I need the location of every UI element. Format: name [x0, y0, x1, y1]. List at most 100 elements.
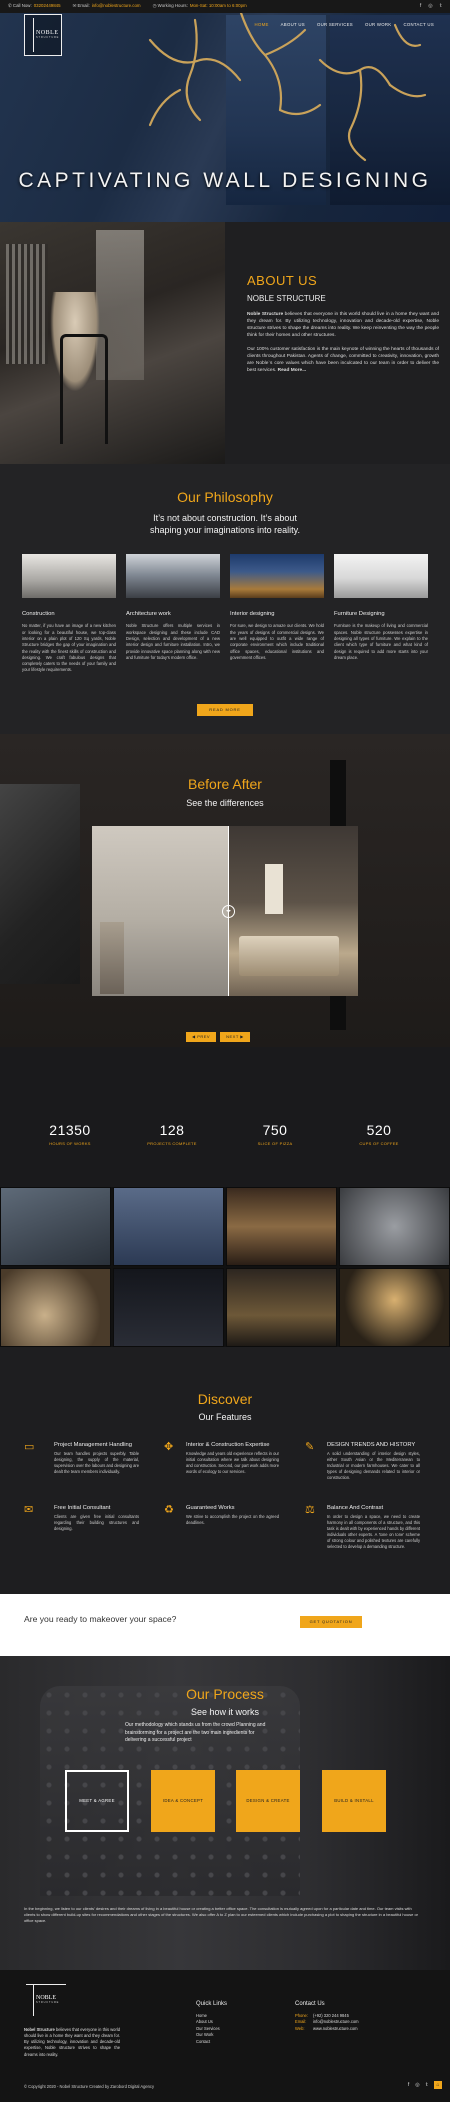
feature-title: Interior & Construction Expertise: [186, 1442, 270, 1448]
nav-our-work[interactable]: OUR WORK: [365, 22, 392, 28]
back-to-top-icon[interactable]: ⌂: [434, 2081, 442, 2089]
footer-description: Nobel Structure believes that everyone i…: [24, 2027, 120, 2058]
after-image: [229, 826, 358, 996]
instagram-icon[interactable]: ◎: [415, 2082, 419, 2089]
card-image: [126, 554, 220, 598]
card-architecture: Architecture work Noble Structure offers…: [126, 554, 220, 674]
call-label: Call Now:: [12, 3, 32, 9]
discover-subtitle: Our Features: [198, 1412, 252, 1423]
site-footer: NOBLE STRUCTURE Nobel Structure believes…: [0, 1970, 450, 2102]
site-logo[interactable]: NOBLE STRUCTURE: [24, 14, 62, 56]
stat-label: CUPS OF COFFEE: [359, 1141, 399, 1147]
prev-button[interactable]: ◀ PREV: [186, 1032, 217, 1042]
stat-label: SLICE OF PIZZA: [257, 1141, 293, 1147]
stat-pizza: 750 SLICE OF PIZZA: [230, 1120, 320, 1147]
scale-icon: ⚖: [305, 1504, 315, 1516]
feature-text: Our team handles projects superbly. Tabl…: [54, 1451, 139, 1475]
hero-title: CAPTIVATING WALL DESIGNING: [18, 169, 432, 192]
nav-home[interactable]: HOME: [255, 22, 269, 28]
stat-coffee: 520 CUPS OF COFFEE: [334, 1120, 424, 1147]
philosophy-title: Our Philosophy: [177, 489, 273, 505]
card-text: Furniture is the makeup of living and co…: [334, 623, 428, 660]
call-value[interactable]: 03202449845: [34, 3, 61, 9]
nav-about-us[interactable]: ABOUT US: [281, 22, 305, 28]
contact-web: Web: www.noblestructure.com: [295, 2026, 359, 2033]
feature-balance-contrast: ⚖ Balance And Contrast In order to desig…: [305, 1504, 420, 1550]
stat-label: PROJECTS COMPLETE: [147, 1141, 197, 1147]
before-after-section: Before After See the differences ◂▸ ◀ PR…: [0, 734, 450, 1047]
web-value[interactable]: www.noblestructure.com: [313, 2026, 358, 2031]
feature-title: Balance And Contrast: [327, 1505, 384, 1511]
about-para1: Noble Structure believes that everyone i…: [247, 312, 439, 340]
nav-contact-us[interactable]: CONTACT US: [403, 22, 434, 28]
feature-design-trends: ✎ DESIGN TRENDS AND HISTORY A solid unde…: [305, 1441, 420, 1481]
philosophy-subtitle: It’s not about construction. It’s about …: [150, 513, 300, 535]
step-build-install[interactable]: BUILD & INSTALL: [322, 1770, 386, 1832]
footer-social-links: f ◎ 𝕥: [408, 2082, 428, 2089]
card-title: Architecture work: [126, 611, 171, 617]
gallery-image[interactable]: [113, 1187, 224, 1266]
gallery-image[interactable]: [113, 1268, 224, 1347]
step-meet-agree[interactable]: MEET & AGREE: [65, 1770, 129, 1832]
gallery-image[interactable]: [339, 1268, 450, 1347]
feature-title: Guaranteed Works: [186, 1505, 235, 1511]
about-brand: Noble Structure: [247, 312, 284, 318]
read-more-button[interactable]: READ MORE: [197, 704, 253, 716]
about-para2-text: Our 100% customer satisfaction is the ma…: [247, 347, 439, 374]
twitter-icon[interactable]: 𝕥: [426, 2082, 428, 2089]
card-title: Furniture Designing: [334, 611, 385, 617]
gallery-image[interactable]: [226, 1187, 337, 1266]
main-nav: HOME ABOUT US OUR SERVICES OUR WORK CONT…: [255, 22, 434, 28]
read-more-link[interactable]: Read More...: [278, 368, 307, 373]
step-design-create[interactable]: DESIGN & CREATE: [236, 1770, 300, 1832]
discover-title: Discover: [197, 1391, 253, 1407]
before-after-slider[interactable]: ◂▸: [92, 826, 358, 996]
card-furniture: Furniture Designing Furniture is the mak…: [334, 554, 428, 674]
before-after-subtitle: See the differences: [186, 798, 264, 809]
card-construction: Construction No matter, if you have an i…: [22, 554, 116, 674]
about-section: ABOUT US NOBLE STRUCTURE Noble Structure…: [0, 222, 450, 464]
process-section: Our Process See how it works Our methodo…: [0, 1656, 450, 1970]
process-description: In the beginning, we listen to our clien…: [24, 1906, 419, 1924]
feature-free-consultant: ✉ Free Initial Consultant Clients are gi…: [24, 1504, 139, 1532]
envelope-icon: ✉: [24, 1504, 34, 1516]
nav-our-services[interactable]: OUR SERVICES: [317, 22, 353, 28]
work-gallery: [0, 1187, 450, 1347]
hours-info: ◷ Working Hours: Mon-Sat: 10:00am to 6:0…: [153, 3, 247, 9]
gallery-image[interactable]: [0, 1268, 111, 1347]
feature-interior-construction: ✥ Interior & Construction Expertise Know…: [164, 1441, 279, 1475]
feature-title: Project Management Handling: [54, 1442, 132, 1448]
email-info: ✉ Email: info@noblestructure.com: [73, 3, 141, 9]
before-after-title: Before After: [188, 776, 262, 792]
footer-logo-line2: STRUCTURE: [36, 2001, 60, 2004]
email-value[interactable]: info@noblestructure.com: [313, 2019, 359, 2024]
card-title: Interior designing: [230, 611, 275, 617]
get-quotation-button[interactable]: GET QUOTATION: [300, 1616, 362, 1628]
stat-hours: 21350 HOURS OF WORKS: [25, 1120, 115, 1147]
card-image: [334, 554, 428, 598]
discover-section: Discover Our Features ▭ Project Manageme…: [0, 1347, 450, 1594]
hours-value: Mon-Sat: 10:00am to 6:00pm: [189, 3, 247, 9]
gallery-image[interactable]: [0, 1187, 111, 1266]
footer-logo[interactable]: NOBLE STRUCTURE: [26, 1984, 66, 2019]
step-idea-concept[interactable]: IDEA & CONCEPT: [151, 1770, 215, 1832]
before-after-pager: ◀ PREV NEXT ▶: [186, 1032, 250, 1042]
about-title: ABOUT US: [247, 273, 318, 288]
instagram-icon[interactable]: ◎: [428, 3, 432, 10]
quick-links-title: Quick Links: [196, 2001, 228, 2007]
hours-label: Working Hours:: [157, 3, 188, 9]
slider-handle-icon[interactable]: ◂▸: [222, 905, 235, 918]
philosophy-section: Our Philosophy It’s not about constructi…: [0, 464, 450, 734]
about-subtitle: NOBLE STRUCTURE: [247, 293, 326, 303]
next-button[interactable]: NEXT ▶: [220, 1032, 250, 1042]
gallery-image[interactable]: [339, 1187, 450, 1266]
philosophy-cards: Construction No matter, if you have an i…: [22, 554, 428, 674]
footer-link-contact[interactable]: Contact: [196, 2039, 227, 2046]
email-value[interactable]: info@noblestructure.com: [92, 3, 141, 9]
phone-value[interactable]: (+92) 320 244 9845: [313, 2013, 349, 2018]
facebook-icon[interactable]: f: [408, 2082, 409, 2089]
twitter-icon[interactable]: 𝕥: [440, 3, 442, 10]
about-photo: [0, 222, 225, 464]
gallery-image[interactable]: [226, 1268, 337, 1347]
facebook-icon[interactable]: f: [420, 3, 421, 10]
